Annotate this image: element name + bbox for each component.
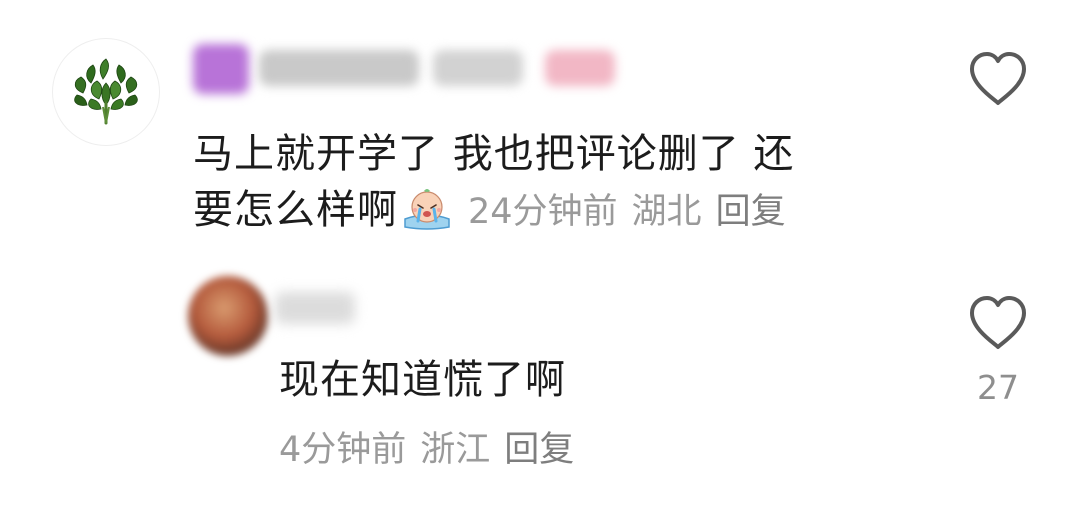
reply-meta: 4分钟前 浙江 回复 [279,426,574,474]
main-comment-line1: 马上就开学了 我也把评论删了 还 [193,131,795,177]
reply-like-heart-icon[interactable] [966,294,1030,352]
main-comment-reply-button[interactable]: 回复 [716,192,786,232]
reply-location: 浙江 [420,430,491,470]
commenter-avatar[interactable] [52,38,160,146]
user-badge-blurred [193,44,249,94]
main-comment-meta: 24分钟前 湖北 回复 [454,192,786,232]
author-tag-blurred [545,50,615,86]
main-comment-text-end: 要怎么样啊 [193,187,398,233]
crying-baby-emoji-icon [400,185,454,231]
replier-avatar-blurred[interactable] [188,276,268,356]
main-comment-line2: 要怎么样啊 24分钟前 湖北 回复 [193,182,913,240]
comment-thread: 马上就开学了 我也把评论删了 还 要怎么样啊 24分钟前 湖北 回复 现在知道慌了啊 [0,0,1065,516]
main-comment-time: 24分钟前 [468,192,618,232]
reply-reply-button[interactable]: 回复 [504,430,574,470]
username-blurred [259,50,419,86]
username-suffix-blurred [433,50,523,86]
reply-comment-body[interactable]: 现在知道慌了啊 [279,352,566,408]
like-heart-icon[interactable] [966,50,1030,108]
commenter-username-blurred[interactable] [193,42,623,98]
main-comment-location: 湖北 [631,192,702,232]
reply-like-count: 27 [977,368,1019,407]
reply-time: 4分钟前 [279,430,407,470]
replier-username-blurred[interactable] [275,292,355,324]
main-comment-body[interactable]: 马上就开学了 我也把评论删了 还 要怎么样啊 24分钟前 湖北 回复 [193,126,913,240]
basil-leaves-icon [74,58,138,125]
